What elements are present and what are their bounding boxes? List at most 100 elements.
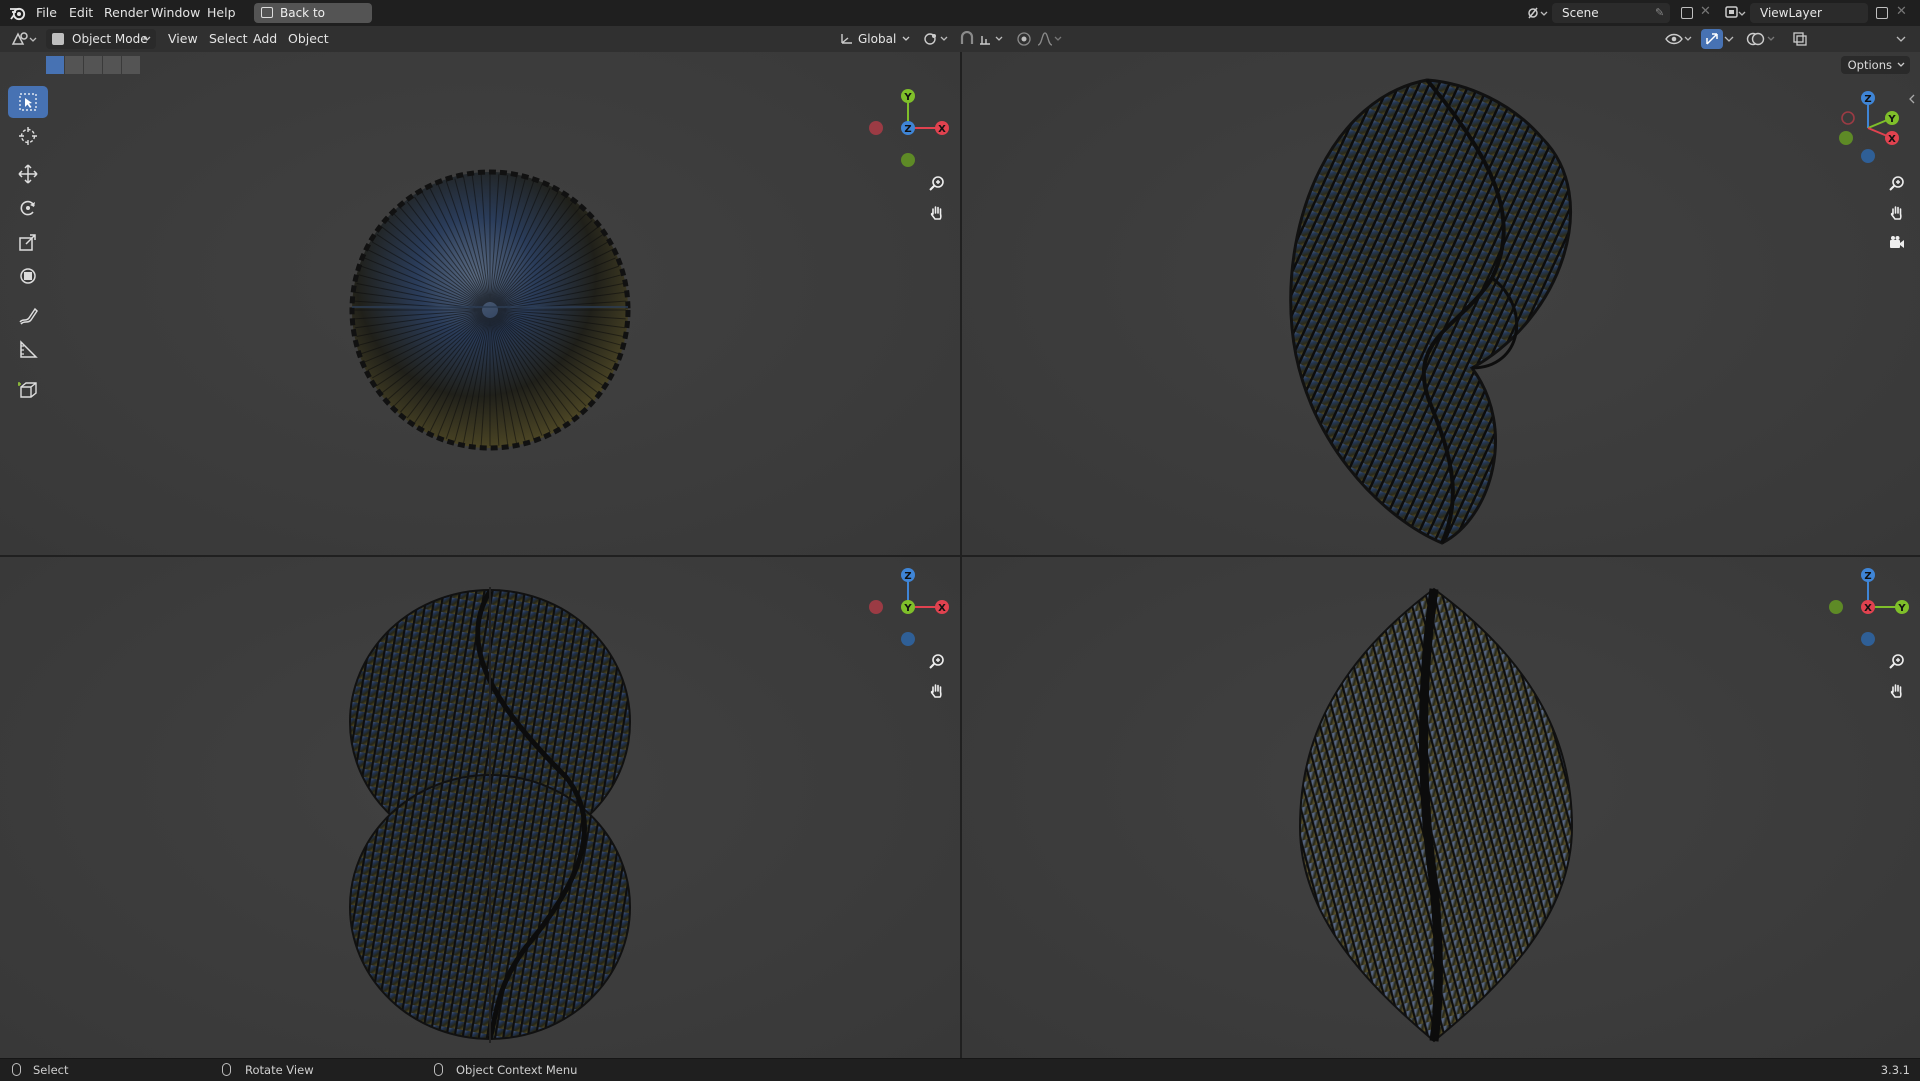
menu-help[interactable]: Help xyxy=(207,0,236,26)
status-context-menu-hint: Object Context Menu xyxy=(456,1063,578,1077)
status-bar: Select Rotate View Object Context Menu 3… xyxy=(0,1058,1920,1081)
orientation-label: Global xyxy=(858,32,897,46)
shell-mesh-right-view[interactable] xyxy=(1290,587,1580,1043)
menu-window[interactable]: Window xyxy=(151,0,200,26)
svg-text:X: X xyxy=(1864,603,1872,614)
transform-tool[interactable] xyxy=(8,260,48,292)
pin-icon[interactable]: ✎ xyxy=(1655,6,1664,19)
proportional-editing-icon[interactable] xyxy=(1016,31,1032,47)
zoom-button-front-view[interactable] xyxy=(924,648,950,674)
shell-mesh-top-view[interactable] xyxy=(348,168,632,452)
menu-file[interactable]: File xyxy=(36,0,57,26)
falloff-icon[interactable] xyxy=(1036,31,1064,47)
transform-icon xyxy=(20,268,36,284)
pivot-point-icon[interactable] xyxy=(922,31,950,47)
viewport-perspective[interactable] xyxy=(962,52,1920,555)
menu-edit[interactable]: Edit xyxy=(69,0,93,26)
add-cube-tool[interactable] xyxy=(8,374,48,406)
back-to-previous-button[interactable]: Back to Previous xyxy=(254,3,372,40)
select-mode-new-button[interactable] xyxy=(46,56,64,74)
svg-text:X: X xyxy=(938,603,946,614)
right-mouse-icon xyxy=(434,1063,443,1076)
camera-view-button[interactable] xyxy=(1884,230,1910,256)
rotate-icon xyxy=(20,200,35,216)
chevron-down-icon xyxy=(902,36,910,41)
zoom-button-right-view[interactable] xyxy=(1884,648,1910,674)
blender-logo-icon[interactable] xyxy=(9,5,26,21)
hand-icon xyxy=(1890,206,1902,220)
zoom-button-top-view[interactable] xyxy=(924,170,950,196)
scene-field[interactable]: Scene xyxy=(1552,3,1670,23)
measure-tool[interactable] xyxy=(8,334,48,366)
select-mode-intersect-button[interactable] xyxy=(122,56,140,74)
navigation-gizmo-perspective[interactable]: Z Y X xyxy=(1826,86,1910,170)
menu-add[interactable]: Add xyxy=(253,26,277,52)
delete-view-layer-icon[interactable]: ✕ xyxy=(1896,4,1907,19)
view-layer-name: ViewLayer xyxy=(1760,6,1822,20)
scale-icon xyxy=(19,234,36,251)
zoom-button-perspective[interactable] xyxy=(1884,170,1910,196)
viewport-divider-horizontal[interactable] xyxy=(0,555,1920,557)
select-mode-extend-button[interactable] xyxy=(65,56,83,74)
new-view-layer-icon[interactable] xyxy=(1876,7,1888,19)
camera-icon xyxy=(1890,236,1904,248)
svg-text:Z: Z xyxy=(904,124,911,135)
scale-tool[interactable] xyxy=(8,226,48,258)
options-dropdown[interactable]: Options xyxy=(1840,56,1910,74)
navigation-gizmo-right-view[interactable]: Z Y X xyxy=(1826,565,1910,649)
select-mode-invert-button[interactable] xyxy=(103,56,121,74)
gizmo-icon xyxy=(1706,33,1718,45)
zoom-icon xyxy=(929,176,944,191)
shell-mesh-front-view[interactable] xyxy=(346,587,634,1043)
svg-text:X: X xyxy=(1888,134,1896,145)
gizmo-dropdown-icon[interactable] xyxy=(1724,36,1734,44)
menu-render[interactable]: Render xyxy=(104,0,149,26)
delete-scene-icon[interactable]: ✕ xyxy=(1700,4,1711,19)
menu-view[interactable]: View xyxy=(168,26,198,52)
select-box-tool[interactable] xyxy=(8,86,48,118)
editor-type-icon[interactable] xyxy=(10,30,40,48)
new-scene-icon[interactable] xyxy=(1681,7,1693,19)
pan-button-perspective[interactable] xyxy=(1884,200,1910,226)
visibility-icon[interactable] xyxy=(1664,31,1694,47)
navigation-gizmo-top-view[interactable]: Y X Z xyxy=(866,86,950,170)
move-tool[interactable] xyxy=(8,158,48,190)
menu-select[interactable]: Select xyxy=(209,26,248,52)
gizmo-toggle-button[interactable] xyxy=(1701,29,1723,49)
pan-button-front-view[interactable] xyxy=(924,678,950,704)
svg-text:Z: Z xyxy=(904,571,911,582)
svg-text:Z: Z xyxy=(1864,571,1871,582)
navigation-gizmo-front-view[interactable]: Z X Y xyxy=(866,565,950,649)
middle-mouse-icon xyxy=(222,1063,231,1076)
cursor-tool[interactable] xyxy=(8,120,48,152)
svg-text:Y: Y xyxy=(903,603,912,614)
snap-target-icon[interactable] xyxy=(978,31,1006,47)
view-layer-type-icon[interactable] xyxy=(1724,4,1746,22)
annotate-icon xyxy=(19,307,38,325)
select-mode-subtract-button[interactable] xyxy=(84,56,102,74)
snap-icon[interactable] xyxy=(958,31,976,47)
orientation-dropdown[interactable]: Global xyxy=(836,29,914,49)
zoom-icon xyxy=(1889,176,1904,191)
xray-icon[interactable] xyxy=(1792,31,1808,47)
viewport-top[interactable] xyxy=(0,52,960,555)
svg-text:Y: Y xyxy=(1897,603,1906,614)
hand-icon xyxy=(930,206,942,220)
menu-object[interactable]: Object xyxy=(288,26,329,52)
viewport-front[interactable] xyxy=(0,557,960,1058)
view-layer-field[interactable]: ViewLayer xyxy=(1750,3,1868,23)
overlays-icon[interactable] xyxy=(1746,31,1778,47)
shading-dropdown-icon[interactable] xyxy=(1896,36,1906,44)
annotate-tool[interactable] xyxy=(8,300,48,332)
pan-button-top-view[interactable] xyxy=(924,200,950,226)
mode-dropdown[interactable]: Object Mode xyxy=(46,29,156,49)
shell-mesh-perspective[interactable] xyxy=(1262,78,1592,548)
scene-type-icon[interactable] xyxy=(1526,4,1548,22)
svg-text:Y: Y xyxy=(903,92,912,103)
viewport-right[interactable] xyxy=(962,557,1920,1058)
pan-button-right-view[interactable] xyxy=(1884,678,1910,704)
cursor-icon xyxy=(19,127,37,145)
axes-icon xyxy=(841,34,852,44)
move-icon xyxy=(18,164,38,184)
rotate-tool[interactable] xyxy=(8,192,48,224)
